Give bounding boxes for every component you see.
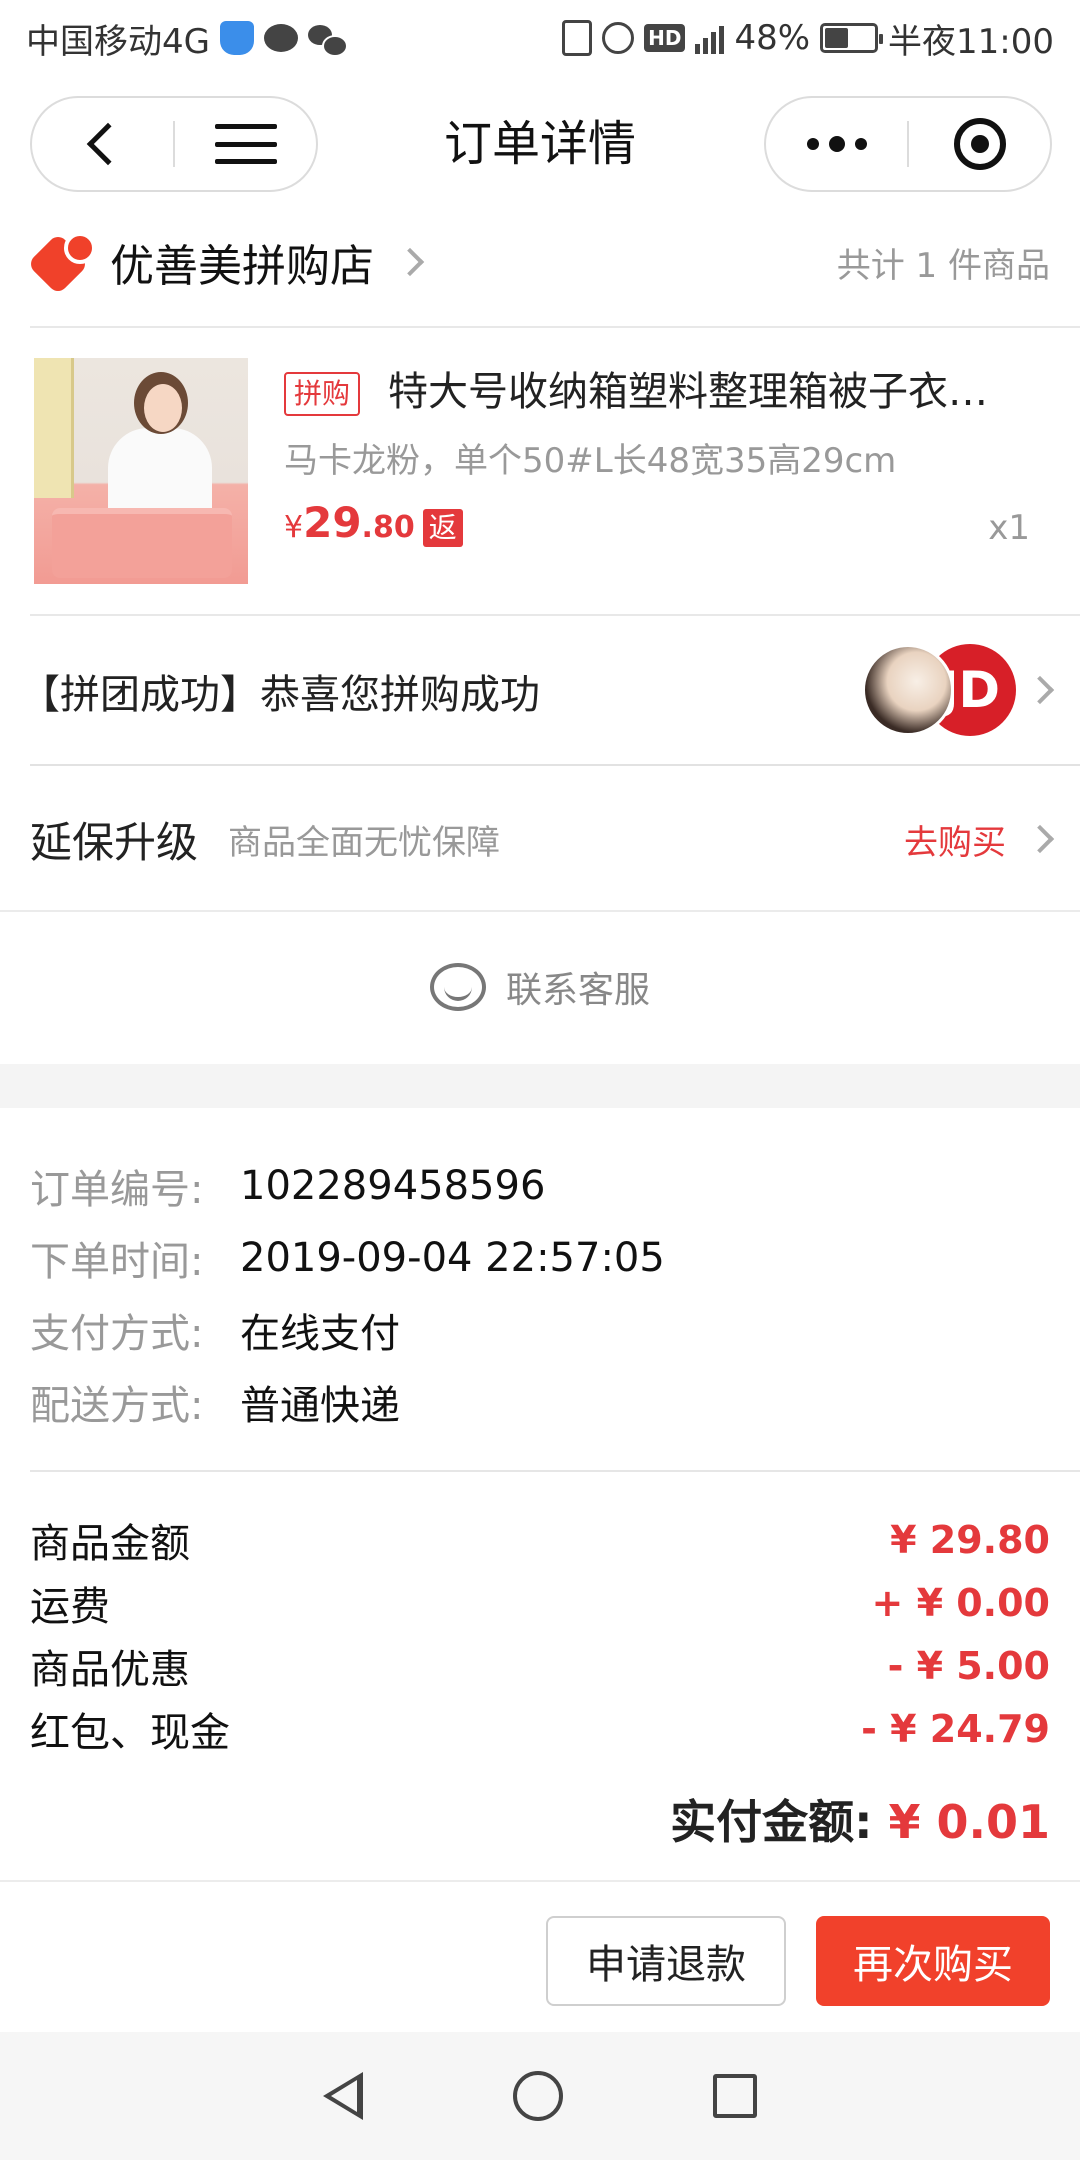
nav-capsule-right [764,96,1052,192]
request-refund-button[interactable]: 申请退款 [546,1916,786,2006]
order-info-label: 下单时间: [30,1239,204,1285]
divider [30,764,1080,766]
back-triangle-icon[interactable] [323,2072,363,2120]
target-icon [953,118,1006,170]
carrier-label: 中国移动4G [26,21,210,62]
section-separator [0,1064,1080,1108]
more-dots-icon [806,136,867,152]
amount-row: 商品金额 ¥ 29.80 [30,1508,1050,1571]
warranty-subtitle: 商品全面无忧保障 [228,822,501,863]
battery-icon [820,23,884,53]
product-title: 特大号收纳箱塑料整理箱被子衣… [388,369,988,415]
total-label: 实付金额: [670,1795,873,1849]
clock: 半夜11:00 [888,21,1054,62]
price-integer: 29 [303,498,362,547]
product-spec: 马卡龙粉，单个50#L长48宽35高29cm [284,441,897,481]
amount-breakdown: 商品金额 ¥ 29.80 运费 + ¥ 0.00 商品优惠 - ¥ 5.00 红… [30,1508,1050,1760]
order-info-label: 支付方式: [30,1311,204,1357]
group-status-text: 【拼团成功】恭喜您拼购成功 [20,672,540,718]
item-count: 共计 1 件商品 [836,245,1050,286]
rebate-badge: 返 [422,509,463,547]
amount-row: 运费 + ¥ 0.00 [30,1571,1050,1634]
order-info-row: 下单时间: 2019-09-04 22:57:05 [30,1222,1050,1294]
chevron-right-icon [395,247,425,277]
amount-label: 运费 [30,1583,110,1630]
system-nav-bar [0,2032,1080,2160]
order-number: 102289458596 [240,1163,546,1209]
chevron-right-icon [1025,675,1055,705]
shield-icon [219,21,254,55]
navbar: 订单详情 [0,96,1080,192]
amount-row: 商品优惠 - ¥ 5.00 [30,1634,1050,1697]
message-bubble-icon [263,24,298,52]
warranty-row[interactable]: 延保升级 商品全面无忧保障 去购买 [0,770,1080,908]
bottom-action-bar: 申请退款 再次购买 [0,1880,1080,2030]
status-left: 中国移动4G [26,14,348,63]
total-paid-row: 实付金额: ¥ 0.01 [670,1786,1050,1852]
nav-capsule-left [30,96,318,192]
product-price: ¥ 29 .80 返 [284,498,463,547]
avatar [862,644,954,736]
close-miniprogram-button[interactable] [909,98,1050,190]
order-info-label: 配送方式: [30,1383,204,1429]
warranty-title: 延保升级 [30,817,199,867]
amount-row: 红包、现金 - ¥ 24.79 [30,1697,1050,1760]
store-row[interactable]: 优善美拼购店 共计 1 件商品 [0,226,1080,298]
amount-value: - ¥ 5.00 [887,1643,1050,1688]
divider [30,614,1080,616]
divider [30,326,1080,328]
price-currency: ¥ [284,510,304,545]
home-circle-icon[interactable] [513,2071,563,2121]
participant-avatars: JD [862,644,1022,736]
store-name: 优善美拼购店 [110,241,374,292]
menu-button[interactable] [175,98,316,190]
battery-percent: 48% [734,18,811,58]
price-decimal: .80 [361,510,415,545]
amount-value: - ¥ 24.79 [861,1706,1050,1751]
amount-value: ¥ 29.80 [890,1517,1050,1562]
customer-service-icon [429,963,486,1011]
more-button[interactable] [766,98,907,190]
alarm-icon [602,22,635,54]
status-bar: 中国移动4G HD 48% 半夜11:00 [0,0,1080,76]
payment-method: 在线支付 [240,1311,400,1357]
order-info-row: 支付方式: 在线支付 [30,1294,1050,1366]
order-info-label: 订单编号: [30,1167,204,1213]
total-value: ¥ 0.01 [888,1795,1050,1849]
chevron-right-icon [1025,824,1055,854]
contact-service-label: 联系客服 [505,970,650,1011]
hd-icon: HD [644,24,686,52]
amount-value: + ¥ 0.00 [871,1580,1051,1625]
contact-service-button[interactable]: 联系客服 [0,910,1080,1062]
group-buy-tag: 拼购 [284,372,361,416]
group-status-row[interactable]: 【拼团成功】恭喜您拼购成功 JD [0,618,1080,764]
order-info-row: 配送方式: 普通快递 [30,1366,1050,1438]
signal-icon [695,22,725,54]
buy-again-button[interactable]: 再次购买 [816,1916,1050,2006]
back-button[interactable] [32,98,173,190]
product-image [34,358,248,584]
product-item[interactable]: 拼购 特大号收纳箱塑料整理箱被子衣… 马卡龙粉，单个50#L长48宽35高29c… [34,358,1050,584]
amount-label: 红包、现金 [30,1709,230,1756]
hamburger-icon [214,124,277,164]
order-time: 2019-09-04 22:57:05 [240,1235,665,1281]
buy-warranty-link[interactable]: 去购买 [904,815,1006,864]
order-info: 订单编号: 102289458596 下单时间: 2019-09-04 22:5… [30,1150,1050,1438]
recents-square-icon[interactable] [713,2074,757,2118]
amount-label: 商品优惠 [30,1646,190,1693]
order-info-row: 订单编号: 102289458596 [30,1150,1050,1222]
status-right: HD 48% 半夜11:00 [562,14,1054,63]
wechat-icon [307,23,348,57]
back-chevron-icon [86,122,129,166]
delivery-method: 普通快递 [240,1383,400,1429]
product-quantity: x1 [988,508,1030,548]
divider [30,1470,1080,1472]
vibrate-icon [562,20,593,56]
store-logo-icon [30,232,96,292]
amount-label: 商品金额 [30,1520,190,1567]
